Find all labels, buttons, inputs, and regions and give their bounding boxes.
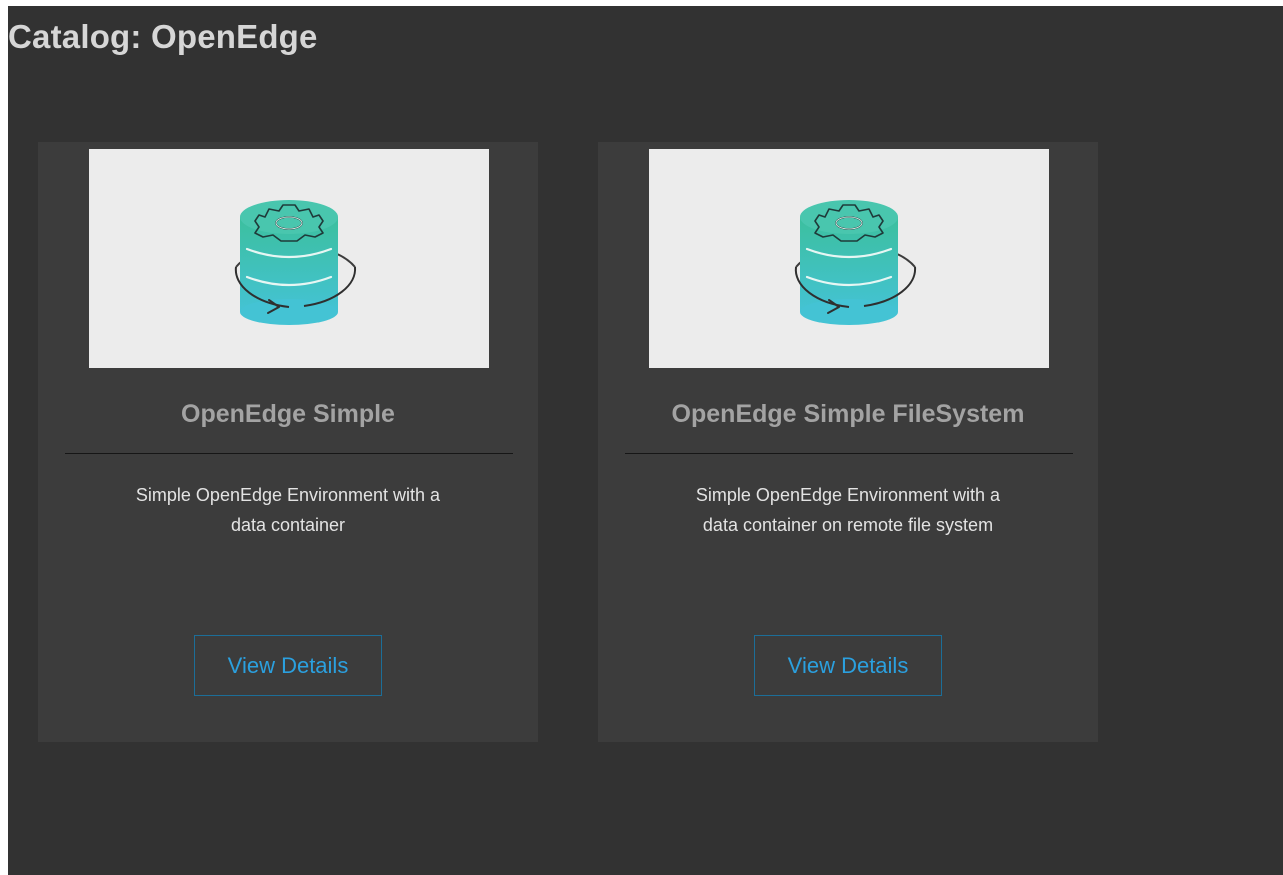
card-description-line: Simple OpenEdge Environment with a — [135, 485, 441, 505]
card-description-line: data container on remote file system — [702, 515, 994, 535]
card-description: Simple OpenEdge Environment with a data … — [78, 480, 498, 540]
database-gear-sync-icon — [234, 200, 357, 325]
card-divider — [65, 453, 513, 454]
card-divider — [625, 453, 1073, 454]
card-description-line: Simple OpenEdge Environment with a — [695, 485, 1001, 505]
view-details-button[interactable]: View Details — [754, 635, 942, 696]
database-gear-sync-icon — [794, 200, 917, 325]
catalog-page: Catalog: OpenEdge OpenEdge Simple Simple… — [8, 6, 1283, 875]
card-image — [89, 149, 489, 368]
catalog-card: OpenEdge Simple FileSystem Simple OpenEd… — [598, 142, 1098, 742]
card-description-line: data container — [230, 515, 346, 535]
card-image — [649, 149, 1049, 368]
view-details-button[interactable]: View Details — [194, 635, 382, 696]
card-title: OpenEdge Simple — [181, 400, 395, 428]
card-title: OpenEdge Simple FileSystem — [671, 400, 1025, 428]
page-title: Catalog: OpenEdge — [8, 18, 318, 55]
card-description: Simple OpenEdge Environment with a data … — [638, 480, 1058, 540]
catalog-card: OpenEdge Simple Simple OpenEdge Environm… — [38, 142, 538, 742]
